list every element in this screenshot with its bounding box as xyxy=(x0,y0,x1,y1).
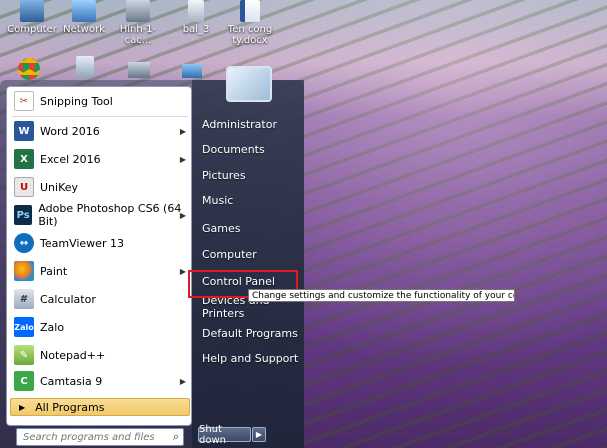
paint-icon xyxy=(14,261,34,281)
file-icon xyxy=(188,0,204,22)
program-teamviewer[interactable]: ↔ TeamViewer 13 xyxy=(10,230,190,256)
program-excel-2016[interactable]: X Excel 2016 ▶ xyxy=(10,146,190,172)
unikey-icon: U xyxy=(14,177,34,197)
image-file-icon xyxy=(126,0,150,22)
submenu-arrow-icon[interactable]: ▶ xyxy=(180,127,186,136)
control-panel-tooltip: Change settings and customize the functi… xyxy=(248,289,515,302)
search-box[interactable]: ⌕ xyxy=(16,428,184,446)
word-icon: W xyxy=(14,121,34,141)
program-word-2016[interactable]: W Word 2016 ▶ xyxy=(10,118,190,144)
right-item-administrator[interactable]: Administrator xyxy=(202,115,302,133)
desktop-icon-ten-cong-ty[interactable]: Ten cong ty.docx xyxy=(220,0,280,46)
all-programs-button[interactable]: ▶ All Programs xyxy=(10,398,190,416)
photoshop-icon: Ps xyxy=(14,205,33,225)
shutdown-options-arrow-icon[interactable]: ▶ xyxy=(252,427,266,442)
program-calculator[interactable]: # Calculator xyxy=(10,286,190,312)
search-icon[interactable]: ⌕ xyxy=(173,430,179,444)
right-item-music[interactable]: Music xyxy=(202,191,302,209)
recycle-bin-icon[interactable] xyxy=(76,56,94,78)
search-input[interactable] xyxy=(23,431,163,443)
desktop-icon-image[interactable]: Hinh-1-cac... xyxy=(108,0,168,46)
right-item-games[interactable]: Games xyxy=(202,219,302,237)
photo-desktop-icon[interactable] xyxy=(128,62,150,78)
desktop-icon-computer[interactable]: Computer xyxy=(2,0,62,35)
word-doc-icon xyxy=(240,0,260,22)
user-account-picture[interactable] xyxy=(226,66,272,102)
app-desktop-icon[interactable] xyxy=(182,64,202,78)
right-item-help-support[interactable]: Help and Support xyxy=(202,349,302,367)
calculator-icon: # xyxy=(14,289,34,309)
program-camtasia[interactable]: C Camtasia 9 ▶ xyxy=(10,368,190,394)
program-zalo[interactable]: Zalo Zalo xyxy=(10,314,190,340)
expand-arrow-icon: ▶ xyxy=(19,402,26,412)
program-unikey[interactable]: U UniKey xyxy=(10,174,190,200)
submenu-arrow-icon[interactable]: ▶ xyxy=(180,267,186,276)
submenu-arrow-icon[interactable]: ▶ xyxy=(180,211,186,220)
right-item-default-programs[interactable]: Default Programs xyxy=(202,324,302,342)
right-item-pictures[interactable]: Pictures xyxy=(202,166,302,184)
program-snipping-tool[interactable]: ✂ Snipping Tool xyxy=(10,88,190,114)
notepadpp-icon: ✎ xyxy=(14,345,34,365)
pinned-divider xyxy=(12,116,188,117)
right-item-computer[interactable]: Computer xyxy=(202,245,302,263)
zalo-icon: Zalo xyxy=(14,317,34,337)
program-paint[interactable]: Paint ▶ xyxy=(10,258,190,284)
scissors-icon: ✂ xyxy=(14,91,34,111)
right-item-documents[interactable]: Documents xyxy=(202,140,302,158)
submenu-arrow-icon[interactable]: ▶ xyxy=(180,155,186,164)
desktop-icon-bai3[interactable]: bai_3 xyxy=(166,0,226,35)
program-notepadpp[interactable]: ✎ Notepad++ xyxy=(10,342,190,368)
chrome-desktop-icon[interactable] xyxy=(18,58,40,80)
computer-icon xyxy=(20,0,44,22)
camtasia-icon: C xyxy=(14,371,34,391)
desktop-icon-network[interactable]: Network xyxy=(54,0,114,35)
program-photoshop[interactable]: Ps Adobe Photoshop CS6 (64 Bit) ▶ xyxy=(10,202,190,228)
network-icon xyxy=(72,0,96,22)
teamviewer-icon: ↔ xyxy=(14,233,34,253)
shutdown-button[interactable]: Shut down xyxy=(198,424,251,446)
submenu-arrow-icon[interactable]: ▶ xyxy=(180,377,186,386)
excel-icon: X xyxy=(14,149,34,169)
start-menu-right-pane xyxy=(192,80,304,448)
